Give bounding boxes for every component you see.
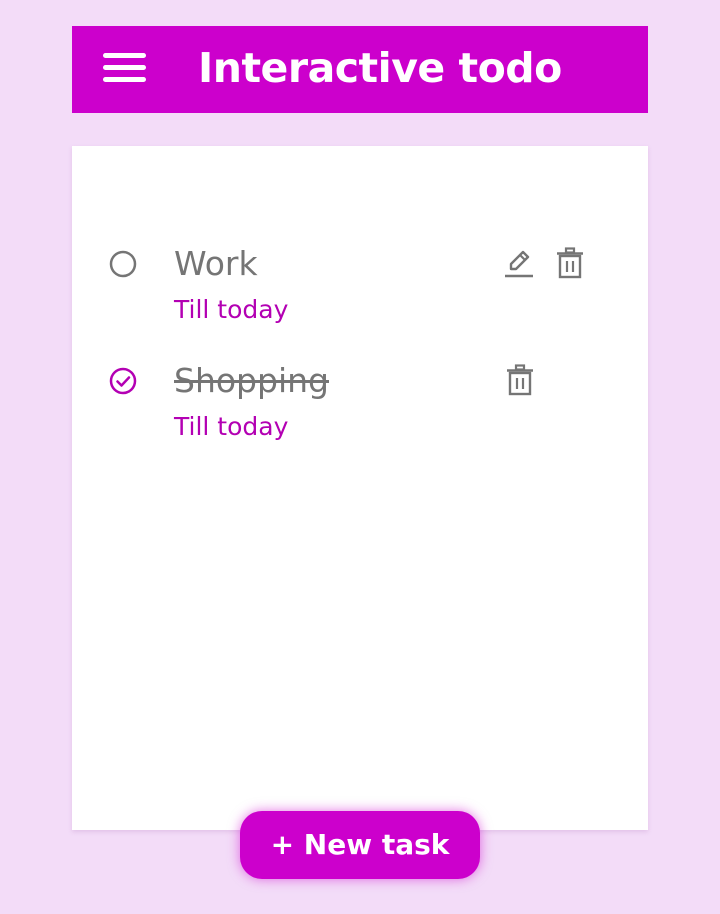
menu-bar <box>103 53 146 58</box>
app-title: Interactive todo <box>198 44 562 92</box>
task-item: Work Till today <box>72 242 648 342</box>
menu-bar <box>103 65 146 70</box>
trash-icon[interactable] <box>503 363 537 397</box>
check-circle-icon[interactable] <box>108 366 138 396</box>
task-item: Shopping Till today <box>72 359 648 459</box>
task-title: Shopping <box>174 361 329 400</box>
new-task-button[interactable]: + New task <box>240 811 480 879</box>
trash-icon[interactable] <box>553 246 587 280</box>
task-list: Work Till today Shopping Till today <box>72 146 648 830</box>
task-due-date: Till today <box>174 295 289 324</box>
pencil-icon[interactable] <box>502 246 536 280</box>
hamburger-menu-icon[interactable] <box>103 51 147 85</box>
task-title: Work <box>174 244 258 283</box>
menu-bar <box>103 77 146 82</box>
app-header: Interactive todo <box>72 26 648 113</box>
empty-circle-icon[interactable] <box>108 249 138 279</box>
task-due-date: Till today <box>174 412 289 441</box>
